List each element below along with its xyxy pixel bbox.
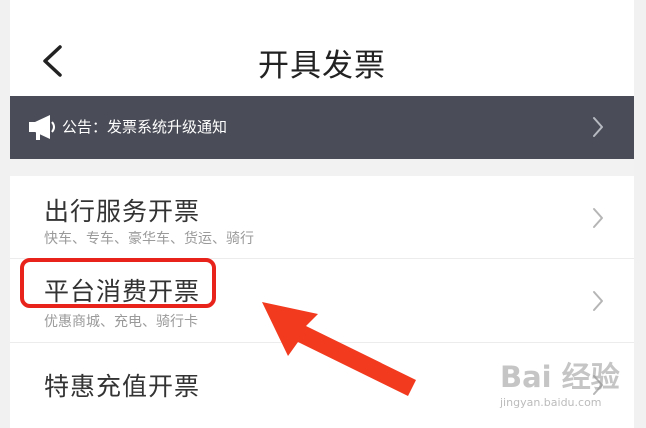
list-item-travel-invoice[interactable]: 出行服务开票 快车、专车、豪华车、货运、骑行 <box>10 176 634 260</box>
megaphone-icon <box>29 115 55 140</box>
notice-banner[interactable]: 公告：发票系统升级通知 <box>10 96 634 159</box>
left-margin <box>0 0 10 428</box>
item-subtitle: 优惠商城、充电、骑行卡 <box>44 314 198 330</box>
highlight-box <box>20 258 216 308</box>
item-title: 出行服务开票 <box>44 197 201 226</box>
chevron-right-icon <box>593 208 603 228</box>
right-margin <box>634 0 646 428</box>
notice-text: 公告：发票系统升级通知 <box>62 118 228 136</box>
navigation-bar: 开具发票 <box>10 0 634 96</box>
chevron-right-icon <box>593 291 603 311</box>
item-subtitle: 快车、专车、豪华车、货运、骑行 <box>44 231 254 247</box>
page-title: 开具发票 <box>258 48 386 84</box>
notice-chevron-right-icon <box>593 117 603 137</box>
annotation-arrow-icon <box>262 302 416 396</box>
screen: 开具发票 公告：发票系统升级通知 出行服务开票 快车、专车、豪华车、货运、骑行 <box>0 0 646 428</box>
section-gap <box>10 159 634 176</box>
item-title: 特惠充值开票 <box>44 372 201 401</box>
chevron-right-icon <box>593 375 603 395</box>
